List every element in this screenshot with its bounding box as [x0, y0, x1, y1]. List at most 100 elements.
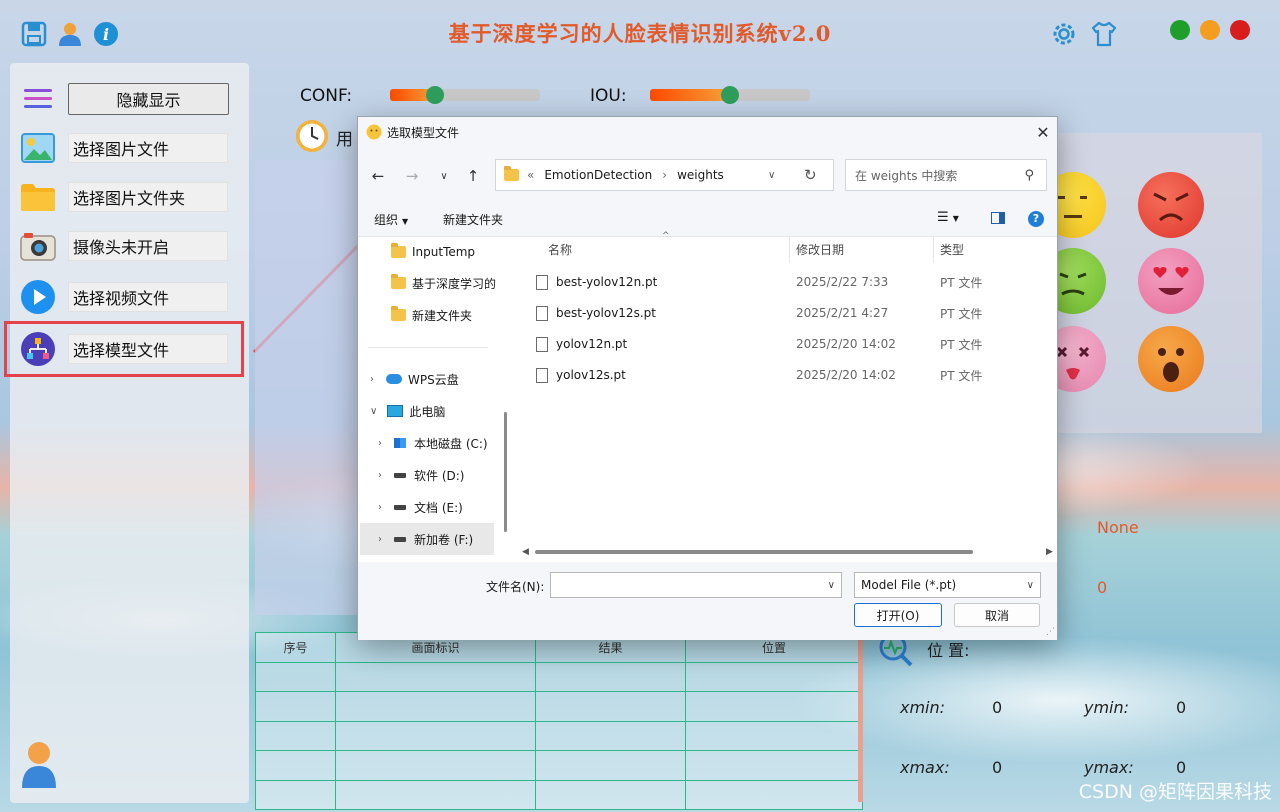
expand-chevron-icon[interactable]: ›: [378, 470, 382, 481]
expand-chevron-icon[interactable]: ›: [378, 502, 382, 513]
back-arrow-icon[interactable]: ←: [367, 165, 389, 187]
filename-dropdown-icon[interactable]: ∨: [828, 580, 835, 591]
table-cell: [255, 750, 336, 781]
sidebar-item-select-folder[interactable]: 选择图片文件夹: [68, 182, 228, 212]
iou-slider-fill: [650, 89, 730, 101]
app-emoji-icon: [366, 124, 382, 140]
column-header-date[interactable]: 修改日期: [796, 241, 844, 258]
window-minimize-dot[interactable]: [1200, 20, 1220, 40]
address-dropdown-icon[interactable]: ∨: [768, 170, 775, 181]
table-cell: [335, 691, 536, 722]
xmax-label: xmax:: [900, 758, 950, 777]
table-row[interactable]: [255, 720, 863, 751]
tree-item-drive-d[interactable]: › 软件 (D:): [378, 461, 464, 489]
iou-label: IOU:: [590, 86, 627, 106]
tree-item-drive-c[interactable]: › 本地磁盘 (C:): [378, 429, 488, 457]
file-type: PT 文件: [940, 368, 983, 383]
collapse-chevron-icon[interactable]: ∨: [370, 406, 377, 417]
iou-slider[interactable]: [650, 86, 810, 104]
conf-slider[interactable]: [390, 86, 540, 104]
sidebar-item-camera[interactable]: 摄像头未开启: [68, 231, 228, 261]
ymin-value: 0: [1176, 698, 1187, 717]
expand-chevron-icon[interactable]: ›: [370, 374, 374, 385]
forward-arrow-icon[interactable]: →: [401, 165, 423, 187]
conf-slider-handle[interactable]: [426, 86, 444, 104]
window-close-dot[interactable]: [1230, 20, 1250, 40]
open-button[interactable]: 打开(O): [854, 603, 942, 627]
tree-item-this-pc[interactable]: ∨ 此电脑: [370, 397, 445, 425]
organize-dropdown-icon: ▼: [402, 217, 409, 226]
file-row[interactable]: best-yolov12n.pt 2025/2/22 7:33 PT 文件: [536, 268, 1036, 296]
xmax-value: 0: [992, 758, 1003, 777]
help-icon[interactable]: ?: [1028, 211, 1044, 227]
angry-face-icon: [1138, 172, 1204, 238]
file-type-filter[interactable]: Model File (*.pt) ∨: [854, 572, 1041, 598]
recent-chevron-icon[interactable]: ∨: [433, 165, 455, 187]
drive-icon: [394, 536, 406, 542]
image-icon: [20, 130, 56, 166]
table-row[interactable]: [255, 661, 863, 692]
file-row[interactable]: yolov12s.pt 2025/2/20 14:02 PT 文件: [536, 361, 1036, 389]
file-icon: [536, 274, 548, 290]
menu-icon[interactable]: [24, 86, 52, 112]
table-row[interactable]: [255, 691, 863, 722]
nav-scrollbar[interactable]: [504, 412, 507, 532]
folder-icon: [20, 179, 56, 215]
conf-label: CONF:: [300, 86, 353, 106]
tree-divider: [368, 347, 488, 348]
breadcrumb-emotiondetection[interactable]: EmotionDetection: [544, 168, 652, 182]
tree-item-drive-e[interactable]: › 文档 (E:): [378, 493, 463, 521]
file-row[interactable]: yolov12n.pt 2025/2/20 14:02 PT 文件: [536, 330, 1036, 358]
column-header-name[interactable]: 名称: [548, 241, 572, 258]
table-row[interactable]: [255, 750, 863, 781]
up-arrow-icon[interactable]: ↑: [462, 165, 484, 187]
tree-item-inputtemp[interactable]: InputTemp: [391, 238, 475, 266]
window-maximize-dot[interactable]: [1170, 20, 1190, 40]
table-header-index[interactable]: 序号: [255, 632, 336, 663]
search-input[interactable]: 在 weights 中搜索 ⚲: [845, 159, 1047, 191]
folder-icon: [391, 306, 406, 321]
sidebar-item-select-video[interactable]: 选择视频文件: [68, 282, 228, 312]
expand-chevron-icon[interactable]: ›: [378, 534, 382, 545]
cancel-button[interactable]: 取消: [954, 603, 1040, 627]
file-type: PT 文件: [940, 306, 983, 321]
organize-menu[interactable]: 组织 ▼: [374, 211, 408, 228]
tree-item-new-folder[interactable]: 新建文件夹: [391, 301, 472, 329]
table-row[interactable]: [255, 779, 863, 810]
address-folder-icon: [504, 166, 519, 181]
avatar[interactable]: [20, 740, 58, 788]
view-options-icon[interactable]: ☰ ▼: [937, 210, 959, 225]
tree-item-drive-f[interactable]: › 新加卷 (F:): [378, 525, 473, 553]
tree-label: 此电脑: [409, 404, 446, 419]
resize-grip-icon[interactable]: ⋰: [1046, 627, 1055, 637]
file-row[interactable]: best-yolov12s.pt 2025/2/21 4:27 PT 文件: [536, 299, 1036, 327]
filter-dropdown-icon[interactable]: ∨: [1027, 580, 1034, 591]
settings-icon[interactable]: [1050, 20, 1078, 48]
column-header-type[interactable]: 类型: [940, 241, 964, 258]
preview-pane-icon[interactable]: [991, 212, 1005, 224]
sidebar-item-select-image[interactable]: 选择图片文件: [68, 133, 228, 163]
filename-input[interactable]: ∨: [550, 572, 842, 598]
shirt-icon[interactable]: [1090, 20, 1118, 48]
refresh-icon[interactable]: ↻: [804, 166, 817, 184]
toggle-display-button[interactable]: 隐藏显示: [68, 83, 229, 115]
scroll-right-icon[interactable]: ▶: [1046, 547, 1053, 557]
iou-slider-handle[interactable]: [721, 86, 739, 104]
address-bar[interactable]: « EmotionDetection › weights ∨ ↻: [495, 159, 834, 191]
table-cell: [535, 750, 686, 781]
tree-item-project[interactable]: 基于深度学习的: [391, 269, 496, 297]
search-icon[interactable]: ⚲: [1024, 168, 1034, 183]
breadcrumb-weights[interactable]: weights: [677, 168, 724, 182]
scroll-left-icon[interactable]: ◀: [522, 547, 529, 557]
dialog-close-button[interactable]: ✕: [1032, 121, 1054, 143]
horizontal-scrollbar[interactable]: [535, 550, 973, 554]
dialog-titlebar: [358, 117, 1057, 147]
table-cell: [535, 779, 686, 810]
tree-label: 软件 (D:): [414, 468, 465, 483]
expand-chevron-icon[interactable]: ›: [378, 438, 382, 449]
tree-label: 新建文件夹: [412, 308, 473, 323]
table-cell: [255, 720, 336, 751]
tree-item-wps-cloud[interactable]: › WPS云盘: [370, 365, 459, 393]
result-class-value: None: [1097, 518, 1139, 537]
new-folder-button[interactable]: 新建文件夹: [443, 211, 503, 228]
